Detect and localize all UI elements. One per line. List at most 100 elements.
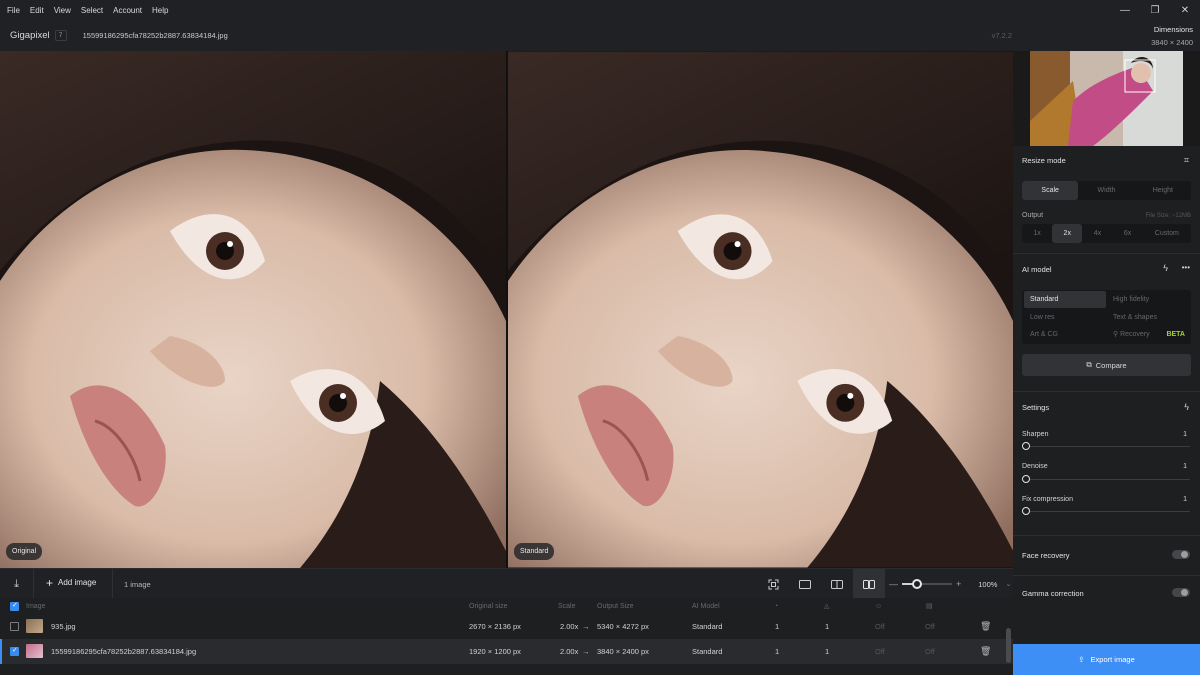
image-count: 1 image bbox=[112, 569, 151, 599]
arrow-right-icon: → bbox=[582, 622, 590, 631]
scale-1x[interactable]: 1x bbox=[1022, 224, 1052, 243]
zoom-out-icon[interactable]: — bbox=[889, 579, 898, 589]
denoise-value[interactable]: 1 bbox=[1183, 463, 1187, 470]
sharpen-value[interactable]: 1 bbox=[1183, 431, 1187, 438]
scale-4x[interactable]: 4x bbox=[1082, 224, 1112, 243]
compare-button[interactable]: ⧉ Compare bbox=[1022, 354, 1191, 376]
lightning-icon[interactable]: ϟ bbox=[1163, 263, 1168, 273]
row-checkbox[interactable] bbox=[10, 646, 19, 656]
lightning-icon[interactable]: ϟ bbox=[1184, 402, 1189, 412]
sharpen-slider-knob[interactable] bbox=[1022, 442, 1030, 450]
model-text-shapes[interactable]: Text & shapes bbox=[1107, 309, 1189, 326]
window-controls: — ❐ ✕ bbox=[1110, 0, 1200, 20]
menu-help[interactable]: Help bbox=[147, 6, 173, 15]
model-standard[interactable]: Standard bbox=[1024, 291, 1106, 308]
header-sharpen-icon: ◔ bbox=[774, 603, 779, 610]
export-label: Export image bbox=[1090, 655, 1135, 664]
fix-compression-value[interactable]: 1 bbox=[1183, 496, 1187, 503]
scale-6x[interactable]: 6x bbox=[1113, 224, 1143, 243]
zoom-control: — + 100% ⌄ bbox=[889, 569, 1011, 599]
export-image-button[interactable]: ⇪ Export image bbox=[1013, 644, 1200, 675]
fix-compression-slider-track[interactable] bbox=[1026, 511, 1190, 512]
row-scale[interactable]: 2.00x bbox=[560, 614, 578, 639]
zoom-slider[interactable] bbox=[902, 579, 952, 589]
table-row[interactable]: 935.jpg 2670 × 2136 px 2.00x → 5340 × 42… bbox=[0, 614, 1013, 639]
export-icon: ⇪ bbox=[1078, 655, 1085, 664]
bottom-toolbar: ⤓ + Add image 1 image — + 100% ⌄ bbox=[0, 568, 1013, 599]
header-image: Image bbox=[26, 603, 46, 610]
close-icon[interactable]: ✕ bbox=[1170, 0, 1200, 20]
zoom-in-icon[interactable]: + bbox=[956, 579, 961, 589]
model-recovery[interactable]: ⚲ Recovery BETA bbox=[1107, 326, 1189, 343]
trash-icon[interactable]: 🗑 bbox=[980, 639, 991, 664]
collapse-queue-icon[interactable]: ⤓ bbox=[0, 569, 34, 599]
image-viewer[interactable]: Original Standard bbox=[0, 51, 1013, 568]
fix-compression-slider-knob[interactable] bbox=[1022, 507, 1030, 515]
table-scrollbar[interactable] bbox=[1006, 628, 1011, 663]
row-checkbox[interactable] bbox=[10, 622, 19, 631]
enhanced-pane[interactable]: Standard bbox=[508, 51, 1013, 568]
row-compression: Off bbox=[925, 622, 935, 631]
file-size: File Size: ~12MB bbox=[1145, 213, 1191, 219]
row-thumbnail bbox=[26, 619, 43, 633]
gamma-correction-toggle[interactable] bbox=[1172, 588, 1190, 597]
compare-label: Compare bbox=[1095, 360, 1127, 370]
side-by-side-view-icon[interactable] bbox=[853, 569, 885, 599]
zoom-value[interactable]: 100% bbox=[978, 580, 997, 589]
menu-file[interactable]: File bbox=[0, 6, 25, 15]
sharpen-slider-track[interactable] bbox=[1026, 446, 1190, 447]
restore-icon[interactable]: ❐ bbox=[1140, 0, 1170, 20]
portrait-original-image bbox=[0, 51, 506, 568]
original-pane[interactable]: Original bbox=[0, 51, 506, 568]
tab-width[interactable]: Width bbox=[1078, 181, 1134, 200]
face-recovery-toggle[interactable] bbox=[1172, 550, 1190, 559]
zoom-slider-knob[interactable] bbox=[912, 579, 922, 589]
divider bbox=[1013, 253, 1200, 254]
minimize-icon[interactable]: — bbox=[1110, 0, 1140, 20]
row-model[interactable]: Standard bbox=[692, 614, 722, 639]
model-art-cg[interactable]: Art & CG bbox=[1024, 326, 1106, 343]
resize-mode-tabs: Scale Width Height bbox=[1022, 181, 1191, 200]
model-low-res[interactable]: Low res bbox=[1024, 309, 1106, 326]
navigator-preview[interactable] bbox=[1013, 51, 1200, 146]
split-view-icon[interactable] bbox=[821, 569, 853, 599]
header-ai-model: AI Model bbox=[692, 603, 720, 610]
menu-account[interactable]: Account bbox=[108, 6, 147, 15]
header-scale: Scale bbox=[558, 603, 576, 610]
single-view-icon[interactable] bbox=[789, 569, 821, 599]
tab-height[interactable]: Height bbox=[1135, 181, 1191, 200]
table-row[interactable]: 15599186295cfa78252b2887.63834184.jpg 19… bbox=[0, 639, 1013, 664]
dimensions-value: 3840 × 2400 bbox=[1151, 38, 1193, 47]
image-queue-table: Image Original size Scale Output Size AI… bbox=[0, 598, 1013, 675]
row-output-size: 5340 × 4272 px bbox=[597, 622, 649, 631]
denoise-slider-track[interactable] bbox=[1026, 479, 1190, 480]
row-scale[interactable]: 2.00x bbox=[560, 639, 578, 664]
denoise-label: Denoise bbox=[1022, 463, 1048, 470]
menu-edit[interactable]: Edit bbox=[25, 6, 49, 15]
dimensions-label: Dimensions bbox=[1153, 25, 1193, 34]
menu-select[interactable]: Select bbox=[76, 6, 108, 15]
ai-model-grid: Standard High fidelity Low res Text & sh… bbox=[1022, 290, 1191, 344]
more-options-icon[interactable]: ••• bbox=[1182, 263, 1190, 272]
enhanced-label: Standard bbox=[514, 543, 555, 560]
row-compression: Off bbox=[925, 647, 935, 656]
add-image-button[interactable]: + Add image bbox=[46, 577, 96, 589]
crop-icon[interactable]: ⌗ bbox=[1184, 155, 1189, 166]
gamma-correction-label: Gamma correction bbox=[1022, 589, 1084, 598]
tab-scale[interactable]: Scale bbox=[1022, 181, 1079, 200]
scale-custom[interactable]: Custom bbox=[1143, 224, 1191, 243]
select-all-checkbox[interactable] bbox=[10, 601, 19, 611]
row-face: Off bbox=[875, 622, 885, 631]
row-model[interactable]: Standard bbox=[692, 639, 722, 664]
trash-icon[interactable]: 🗑 bbox=[980, 614, 991, 639]
denoise-slider-knob[interactable] bbox=[1022, 475, 1030, 483]
model-high-fidelity[interactable]: High fidelity bbox=[1107, 291, 1189, 308]
menu-view[interactable]: View bbox=[49, 6, 76, 15]
header-output-size: Output Size bbox=[597, 603, 634, 610]
divider bbox=[1013, 391, 1200, 392]
scale-2x[interactable]: 2x bbox=[1052, 224, 1083, 243]
settings-title: Settings bbox=[1022, 403, 1050, 412]
app-name: Gigapixel bbox=[10, 30, 50, 41]
chevron-down-icon[interactable]: ⌄ bbox=[1005, 580, 1011, 588]
fit-view-icon[interactable] bbox=[757, 569, 789, 599]
